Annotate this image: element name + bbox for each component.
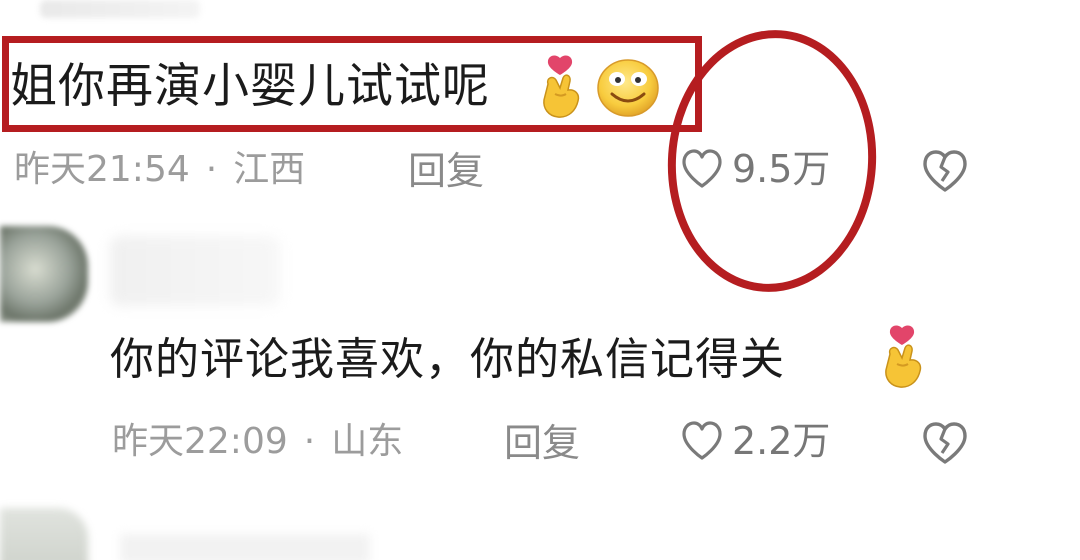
meta-separator: ·	[205, 149, 218, 190]
avatar[interactable]	[0, 508, 88, 560]
blurred-username	[110, 236, 280, 306]
heart-outline-icon	[682, 149, 722, 188]
comment-1-time: 昨天21:54	[14, 149, 190, 190]
blurred-previous-content	[40, 0, 200, 18]
comment-2-location: 山东	[331, 421, 404, 462]
highlight-box-annotation	[2, 36, 702, 132]
comment-1-meta: 昨天21:54 · 江西	[14, 152, 305, 188]
like-count: 2.2万	[732, 419, 831, 463]
comment-2-time: 昨天22:09	[112, 421, 288, 462]
like-button[interactable]: 9.5万	[680, 148, 830, 190]
blurred-username	[120, 534, 370, 560]
broken-heart-icon[interactable]	[920, 420, 970, 466]
finger-heart-emoji	[885, 325, 922, 388]
like-count: 9.5万	[732, 147, 831, 191]
reply-button[interactable]: 回复	[408, 152, 484, 190]
comment-2-meta: 昨天22:09 · 山东	[112, 424, 403, 460]
meta-separator: ·	[303, 421, 316, 462]
reply-button[interactable]: 回复	[504, 424, 580, 462]
comment-1-location: 江西	[233, 149, 306, 190]
comment-section: 姐你再演小婴儿试试呢 昨天21:54 · 江西 回复 9.5万 你的评论我喜欢，…	[0, 0, 1080, 560]
comment-2-text: 你的评论我喜欢，你的私信记得关	[110, 334, 785, 385]
heart-outline-icon	[682, 421, 722, 460]
broken-heart-icon[interactable]	[920, 148, 970, 194]
like-button[interactable]: 2.2万	[680, 420, 830, 462]
avatar[interactable]	[0, 226, 88, 322]
